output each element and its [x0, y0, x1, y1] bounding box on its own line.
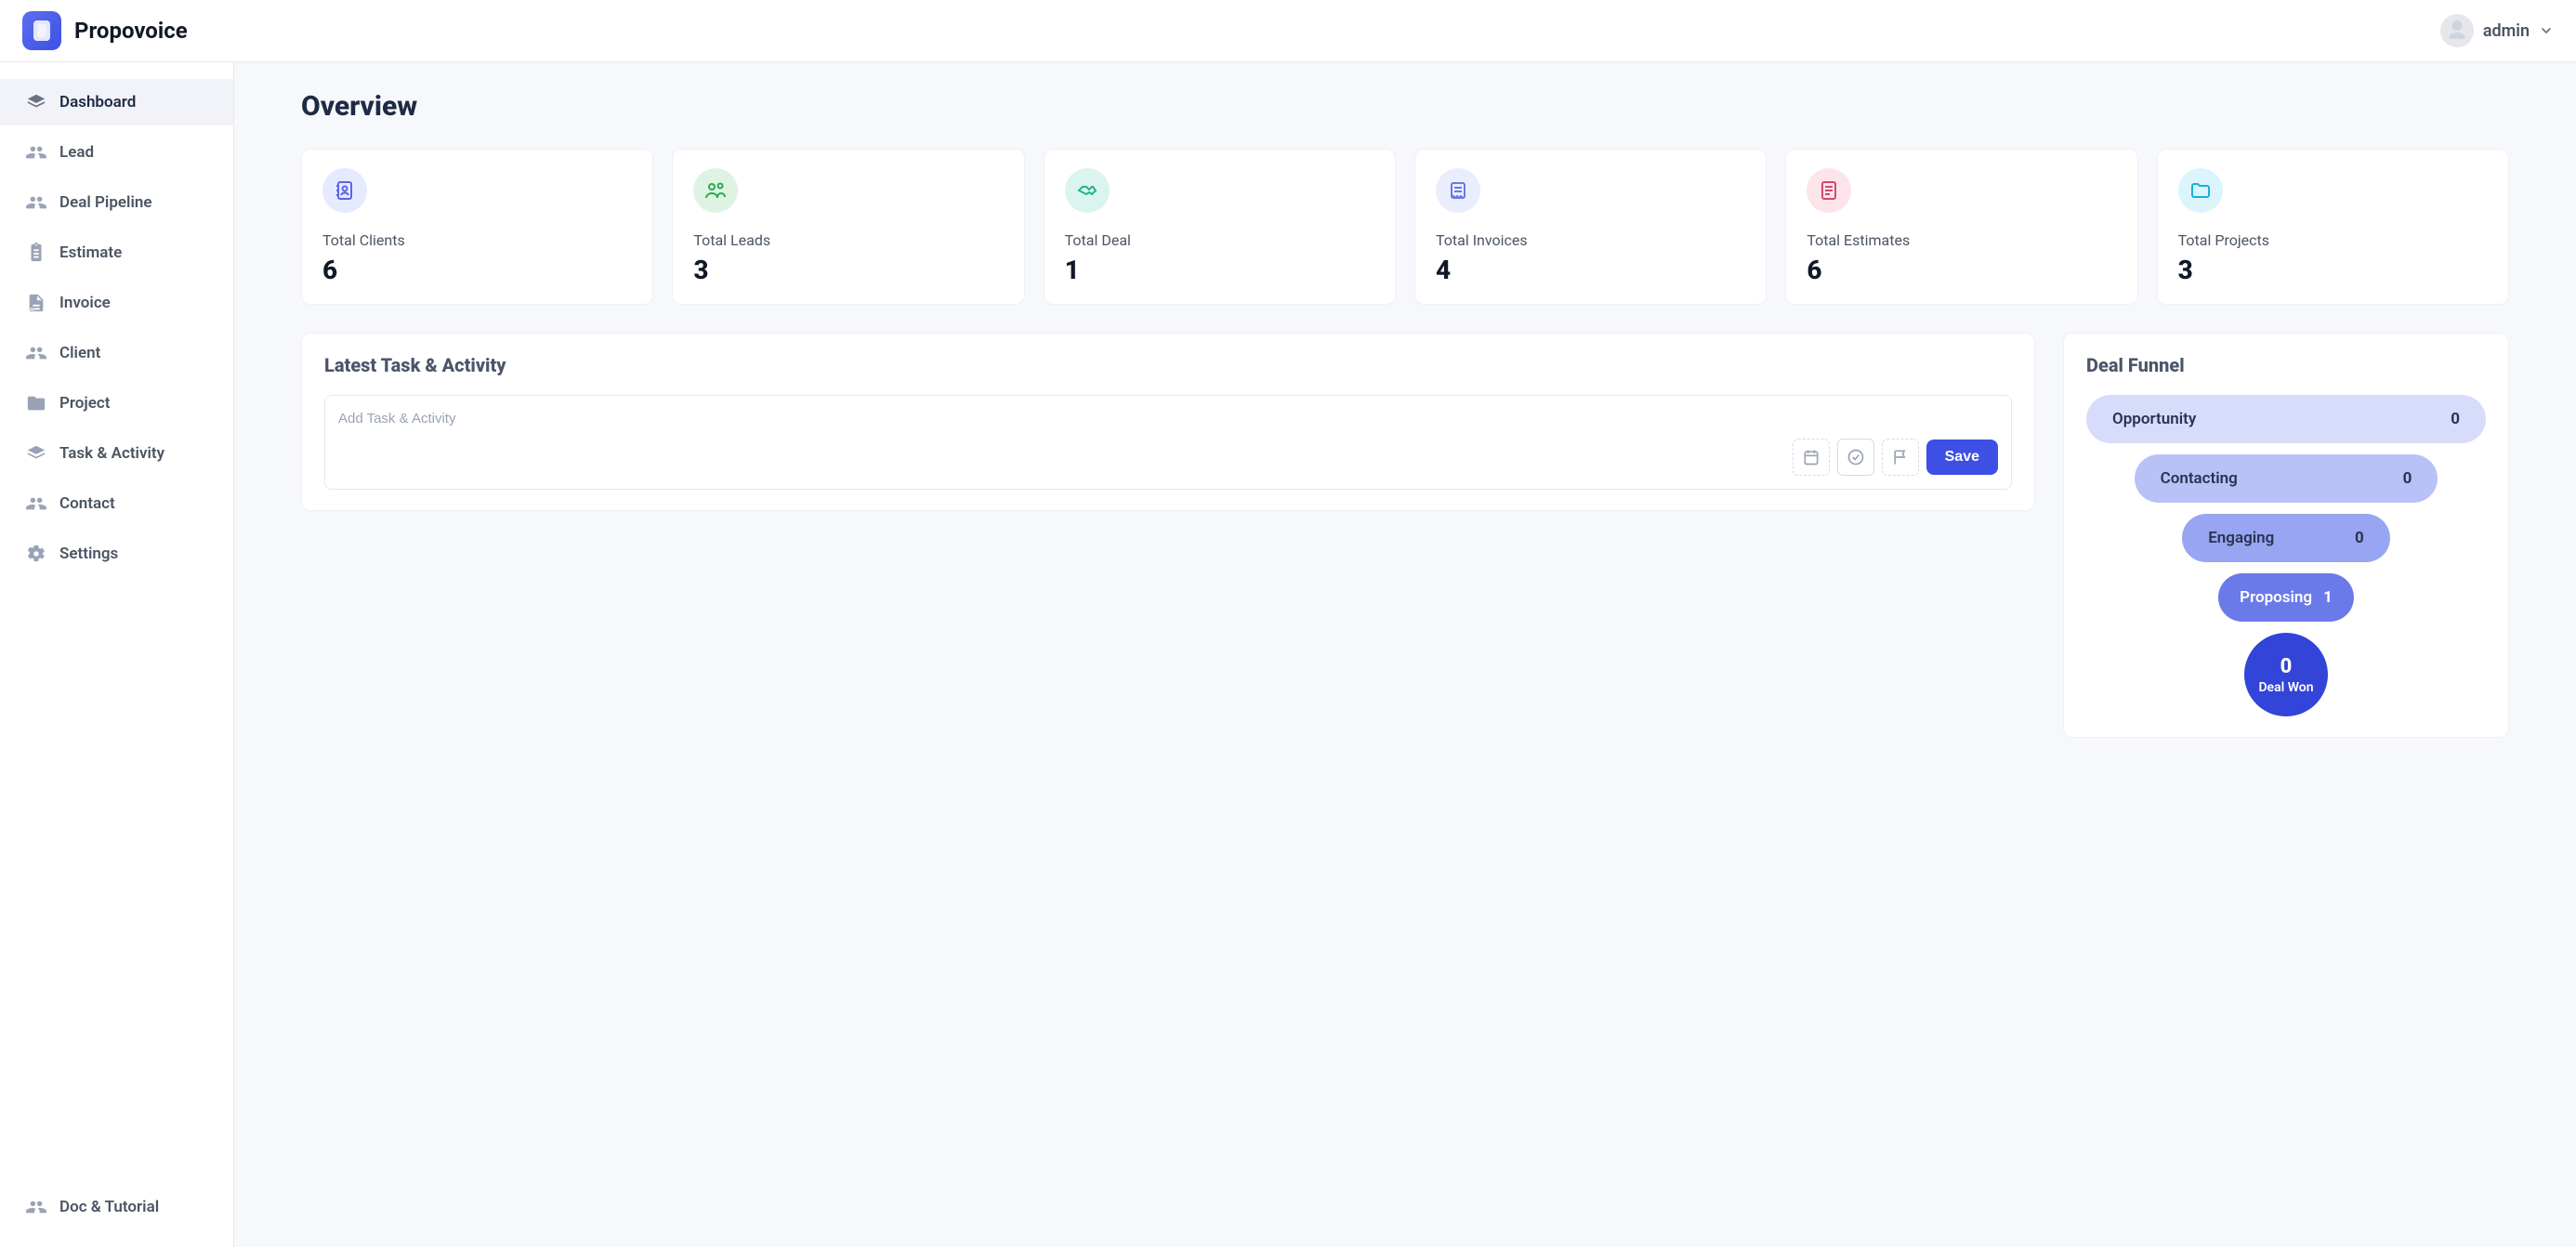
stat-value: 6: [322, 255, 632, 285]
nav-task-activity[interactable]: Task & Activity: [0, 430, 233, 477]
stat-value: 4: [1436, 255, 1745, 285]
app-logo-icon: [22, 11, 61, 50]
sidebar-item-label: Contact: [59, 494, 115, 513]
nav-settings[interactable]: Settings: [0, 531, 233, 577]
people-icon: [26, 343, 46, 363]
sidebar-item-label: Doc & Tutorial: [59, 1198, 159, 1216]
save-button[interactable]: Save: [1926, 440, 1998, 475]
stat-value: 6: [1807, 255, 2116, 285]
sidebar: Dashboard Lead Deal Pipeline Estimate: [0, 62, 234, 1247]
stat-value: 3: [2178, 255, 2488, 285]
funnel-stage-contacting: Contacting 0: [2135, 454, 2438, 503]
people-icon: [26, 493, 46, 514]
stat-row: Total Clients 6 Total Leads 3 Total Deal…: [301, 149, 2509, 305]
handshake-icon: [1065, 168, 1110, 213]
stat-label: Total Estimates: [1807, 231, 2116, 249]
funnel-count: 0: [2280, 655, 2293, 678]
sidebar-item-label: Invoice: [59, 294, 111, 312]
user-name: admin: [2483, 21, 2530, 41]
stat-clients[interactable]: Total Clients 6: [301, 149, 653, 305]
funnel-label: Proposing: [2240, 588, 2312, 607]
deal-funnel-panel: Deal Funnel Opportunity 0 Contacting 0 E…: [2063, 333, 2509, 738]
task-activity-panel: Latest Task & Activity: [301, 333, 2035, 511]
nav-client[interactable]: Client: [0, 330, 233, 376]
people-icon: [693, 168, 738, 213]
brand-name: Propovoice: [74, 18, 188, 44]
check-circle-icon: [1847, 448, 1865, 466]
stat-label: Total Projects: [2178, 231, 2488, 249]
sidebar-item-label: Task & Activity: [59, 444, 164, 463]
funnel-label: Contacting: [2161, 469, 2238, 488]
user-menu[interactable]: admin: [2440, 14, 2554, 47]
nav-doc-tutorial[interactable]: Doc & Tutorial: [0, 1184, 233, 1230]
funnel-stage-won: 0 Deal Won: [2244, 633, 2328, 716]
people-icon: [26, 1197, 46, 1217]
nav-contact[interactable]: Contact: [0, 480, 233, 527]
sidebar-item-label: Dashboard: [59, 93, 136, 112]
funnel-count: 0: [2451, 410, 2460, 428]
task-input-box: Save: [324, 395, 2012, 490]
sidebar-item-label: Client: [59, 344, 100, 362]
funnel-label: Engaging: [2208, 529, 2274, 547]
funnel-count: 0: [2355, 529, 2364, 547]
sidebar-item-label: Settings: [59, 545, 118, 563]
sidebar-item-label: Estimate: [59, 243, 122, 262]
stat-label: Total Leads: [693, 231, 1003, 249]
funnel-count: 1: [2323, 588, 2333, 607]
funnel-stage-engaging: Engaging 0: [2182, 514, 2390, 562]
document-icon: [1807, 168, 1851, 213]
nav-project[interactable]: Project: [0, 380, 233, 427]
funnel-count: 0: [2403, 469, 2412, 488]
task-input[interactable]: [338, 409, 1998, 427]
people-icon: [26, 192, 46, 213]
page-title: Overview: [301, 90, 2509, 123]
nav-dashboard[interactable]: Dashboard: [0, 79, 233, 125]
sidebar-item-label: Deal Pipeline: [59, 193, 152, 212]
check-button[interactable]: [1837, 439, 1874, 476]
panel-title: Deal Funnel: [2086, 354, 2486, 376]
sidebar-item-label: Project: [59, 394, 110, 413]
stat-deal[interactable]: Total Deal 1: [1044, 149, 1396, 305]
main-content: Overview Total Clients 6 Total Leads 3: [234, 62, 2576, 1247]
panel-title: Latest Task & Activity: [324, 354, 2012, 376]
stat-invoices[interactable]: Total Invoices 4: [1414, 149, 1767, 305]
stat-projects[interactable]: Total Projects 3: [2157, 149, 2509, 305]
funnel-label: Deal Won: [2258, 680, 2313, 695]
stat-label: Total Deal: [1065, 231, 1374, 249]
gear-icon: [26, 544, 46, 564]
topbar: Propovoice admin: [0, 0, 2576, 62]
clipboard-icon: [26, 243, 46, 263]
stat-leads[interactable]: Total Leads 3: [672, 149, 1024, 305]
funnel-stage-opportunity: Opportunity 0: [2086, 395, 2486, 443]
folder-icon: [2178, 168, 2223, 213]
nav-lead[interactable]: Lead: [0, 129, 233, 176]
stat-estimates[interactable]: Total Estimates 6: [1785, 149, 2137, 305]
stat-label: Total Clients: [322, 231, 632, 249]
brand[interactable]: Propovoice: [22, 11, 188, 50]
invoice-icon: [26, 293, 46, 313]
sidebar-item-label: Lead: [59, 143, 94, 162]
stat-value: 1: [1065, 255, 1374, 285]
flag-button[interactable]: [1882, 439, 1919, 476]
folder-icon: [26, 393, 46, 413]
nav-deal-pipeline[interactable]: Deal Pipeline: [0, 179, 233, 226]
people-icon: [26, 142, 46, 163]
stat-value: 3: [693, 255, 1003, 285]
chevron-down-icon: [2539, 23, 2554, 38]
receipt-icon: [1436, 168, 1480, 213]
calendar-button[interactable]: [1793, 439, 1830, 476]
layers-icon: [26, 443, 46, 464]
layers-icon: [26, 92, 46, 112]
avatar-icon: [2440, 14, 2474, 47]
address-book-icon: [322, 168, 367, 213]
funnel-stage-proposing: Proposing 1: [2218, 573, 2354, 622]
calendar-icon: [1802, 448, 1820, 466]
funnel-chart: Opportunity 0 Contacting 0 Engaging 0: [2086, 395, 2486, 716]
flag-icon: [1891, 448, 1910, 466]
nav-invoice[interactable]: Invoice: [0, 280, 233, 326]
funnel-label: Opportunity: [2112, 410, 2196, 428]
nav-estimate[interactable]: Estimate: [0, 230, 233, 276]
stat-label: Total Invoices: [1436, 231, 1745, 249]
